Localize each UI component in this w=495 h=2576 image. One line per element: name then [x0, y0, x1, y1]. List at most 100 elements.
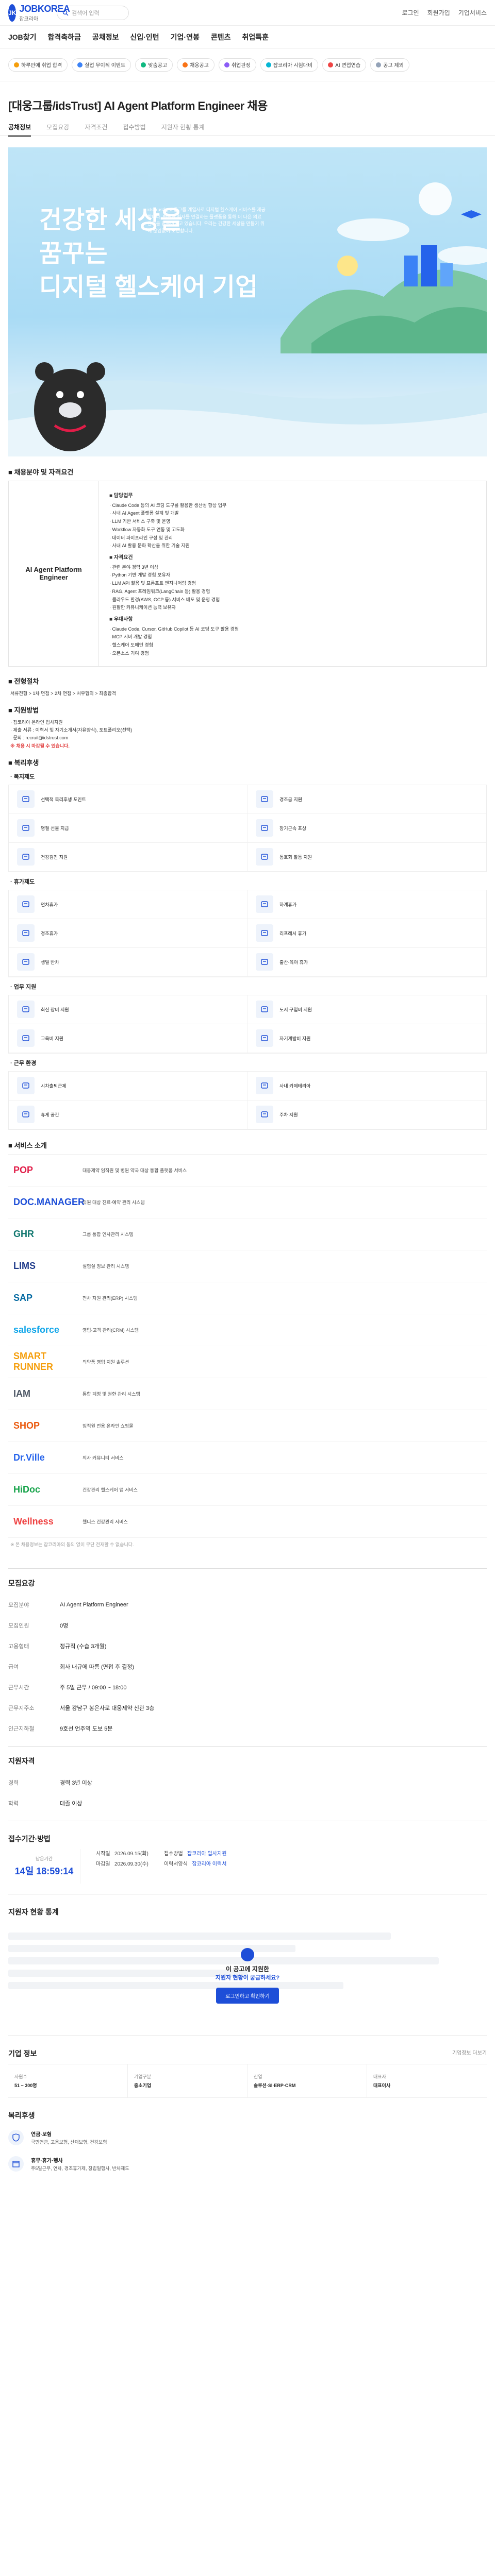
service-row: DOC.MANAGER 의원 대상 진료·예약 관리 시스템 — [8, 1187, 487, 1218]
service-desc: 실험실 정보 관리 시스템 — [82, 1263, 129, 1269]
job-detail-section: ■ 채용분야 및 자격요건 AI Agent Platform Engineer… — [0, 456, 495, 1568]
remain-label: 남은기간 — [35, 1856, 53, 1861]
tab-stats[interactable]: 지원자 현황 통계 — [161, 123, 205, 131]
company-cell: 산업 솔루션·SI·ERP·CRM — [248, 2064, 367, 2097]
service-desc: 그룹 통합 인사관리 시스템 — [82, 1231, 134, 1237]
service-desc: 건강관리 헬스케어 앱 서비스 — [82, 1487, 138, 1493]
chip-label: 취업판정 — [231, 63, 251, 69]
quick-chip[interactable]: 실업 무이직 이벤트 — [72, 58, 131, 72]
quick-chip[interactable]: 하루만에 취업 합격 — [8, 58, 68, 72]
nav-item[interactable]: 취업특훈 — [242, 32, 269, 42]
biz-service-link[interactable]: 기업서비스 — [458, 8, 487, 17]
quick-chip[interactable]: AI 면접연습 — [322, 58, 367, 72]
benefit-label: 장기근속 포상 — [279, 825, 307, 831]
benefit-label: 자기계발비 지원 — [279, 1036, 311, 1041]
clients-heading: ■ 서비스 소개 — [8, 1141, 47, 1149]
benefit-item: 선택적 복리후생 포인트 — [9, 785, 248, 814]
benefit-label: 리프레시 휴가 — [279, 930, 307, 936]
service-logo: LIMS — [13, 1260, 36, 1271]
quick-chip[interactable]: 잡코리아 시험대비 — [260, 58, 319, 72]
benefit-item: 건강검진 지원 — [9, 842, 248, 872]
service-logo: GHR — [13, 1228, 34, 1239]
row-key: 인근지하철 — [8, 1725, 35, 1732]
benefit-label: 교육비 지원 — [41, 1036, 63, 1041]
overlay-text-2: 지원자 현황이 궁금하세요? — [215, 1974, 280, 1981]
position-name: AI Agent Platform Engineer — [9, 481, 99, 666]
service-row: Dr.Ville 의사 커뮤니티 서비스 — [8, 1442, 487, 1474]
row-key: 경력 — [8, 1780, 19, 1786]
row-value: 경력 3년 이상 — [60, 1780, 92, 1786]
nav-item[interactable]: 합격축하금 — [48, 32, 81, 42]
service-desc: 의약품 영업 지원 솔루션 — [82, 1359, 129, 1365]
method-value[interactable]: 잡코리아 입사지원 — [187, 1851, 226, 1857]
lock-icon — [241, 1947, 254, 1961]
chip-icon — [266, 62, 271, 67]
login-to-view-button[interactable]: 로그인하고 확인하기 — [216, 1987, 279, 2004]
process-heading: ■ 전형절차 — [8, 677, 39, 685]
apply-text: · 잡코리아 온라인 입사지원 · 제출 서류 : 이력서 및 자기소개서(자유… — [8, 719, 487, 750]
search-input[interactable]: 검색어 입력 — [57, 5, 129, 20]
service-logo: Wellness — [13, 1516, 54, 1527]
nav-item[interactable]: 공채정보 — [92, 32, 119, 42]
hero-line3: 디지털 헬스케어 기업 — [39, 273, 258, 301]
pref-title: 우대사항 — [109, 615, 476, 624]
signup-link[interactable]: 회원가입 — [427, 8, 450, 17]
chip-icon — [183, 62, 188, 67]
cell-value: 중소기업 — [134, 2082, 152, 2088]
service-row: HiDoc 건강관리 헬스케어 앱 서비스 — [8, 1474, 487, 1506]
top-header: JK JOBKOREA 잡코리아 검색어 입력 로그인 회원가입 기업서비스 — [0, 0, 495, 26]
cell-value: 대표이사 — [373, 2082, 391, 2088]
benefit-label: 명절 선물 지급 — [41, 825, 69, 831]
quick-chip[interactable]: 공고 제외 — [370, 58, 409, 72]
logo[interactable]: JK JOBKOREA 잡코리아 — [8, 3, 70, 23]
chip-label: 채용공고 — [190, 63, 209, 69]
benefit-label: 사내 카페테리아 — [279, 1083, 311, 1089]
stats-overlay: 이 공고에 지원한 지원자 현황이 궁금하세요? 로그인하고 확인하기 — [8, 1947, 487, 2004]
list-item: · 문의 : recruit@idstrust.com — [10, 735, 69, 741]
welfare-row: 연금·보험 국민연금, 고용보험, 산재보험, 건강보험 — [0, 2125, 495, 2151]
nav-item[interactable]: 기업·연봉 — [171, 32, 200, 42]
nav-item[interactable]: JOB찾기 — [8, 32, 37, 42]
benefit-icon — [256, 1029, 273, 1047]
login-link[interactable]: 로그인 — [402, 8, 419, 17]
benefit-icon — [17, 1077, 35, 1095]
nav-item[interactable]: 콘텐츠 — [211, 32, 231, 42]
tab-summary[interactable]: 모집요강 — [46, 123, 69, 131]
benefit-item: 사내 카페테리아 — [248, 1072, 486, 1100]
company-more-link[interactable]: 기업정보 더보기 — [452, 2048, 487, 2059]
service-logo: SMART RUNNER — [13, 1351, 54, 1372]
nav-item[interactable]: 신입·인턴 — [130, 32, 159, 42]
benefit-item: 생일 반차 — [9, 947, 248, 977]
service-desc: 통합 계정 및 권한 관리 시스템 — [82, 1391, 140, 1397]
end-label: 마감일 — [96, 1861, 110, 1867]
row-key: 모집인원 — [8, 1622, 29, 1629]
tab-qualify[interactable]: 자격조건 — [85, 123, 107, 131]
form-value[interactable]: 잡코리아 이력서 — [192, 1861, 226, 1867]
duties-title: 담당업무 — [109, 492, 476, 501]
overlay-text-1: 이 공고에 지원한 — [226, 1965, 269, 1973]
stats-title: 지원자 현황 통계 — [8, 1907, 59, 1916]
quick-chip[interactable]: 채용공고 — [177, 58, 214, 72]
benefit-group-title: · 복지제도 — [10, 773, 35, 780]
summary-title: 모집요강 — [8, 1579, 35, 1587]
stats-area: 이 공고에 지원한 지원자 현황이 궁금하세요? 로그인하고 확인하기 — [8, 1932, 487, 2025]
header-links: 로그인 회원가입 기업서비스 — [402, 8, 487, 17]
benefit-icon — [256, 1001, 273, 1019]
list-item: · MCP 서버 개발 경험 — [109, 634, 152, 640]
list-item: · RAG, Agent 프레임워크(LangChain 등) 활용 경험 — [109, 588, 210, 594]
summary-row: 학력 대졸 이상 — [0, 1793, 495, 1814]
list-item: · 잡코리아 온라인 입사지원 — [10, 719, 63, 725]
quick-chip[interactable]: 맞춤공고 — [135, 58, 173, 72]
row-key: 모집분야 — [8, 1602, 29, 1608]
section-heading: ■ 채용분야 및 자격요건 — [8, 468, 74, 476]
req-list: · 관련 분야 경력 3년 이상 · Python 기반 개발 경험 보유자 ·… — [109, 564, 476, 613]
list-item: · LLM 기반 서비스 구축 및 운영 — [109, 519, 171, 524]
tab-overview[interactable]: 공채정보 — [8, 123, 31, 137]
benefit-label: 도서 구입비 지원 — [279, 1007, 312, 1012]
quick-chip[interactable]: 취업판정 — [218, 58, 256, 72]
tab-apply[interactable]: 접수방법 — [123, 123, 146, 131]
service-row: GHR 그룹 통합 인사관리 시스템 — [8, 1218, 487, 1250]
search-placeholder: 검색어 입력 — [72, 10, 100, 16]
list-item: · 오픈소스 기여 경험 — [109, 650, 149, 656]
benefit-item: 장기근속 포상 — [248, 814, 486, 843]
